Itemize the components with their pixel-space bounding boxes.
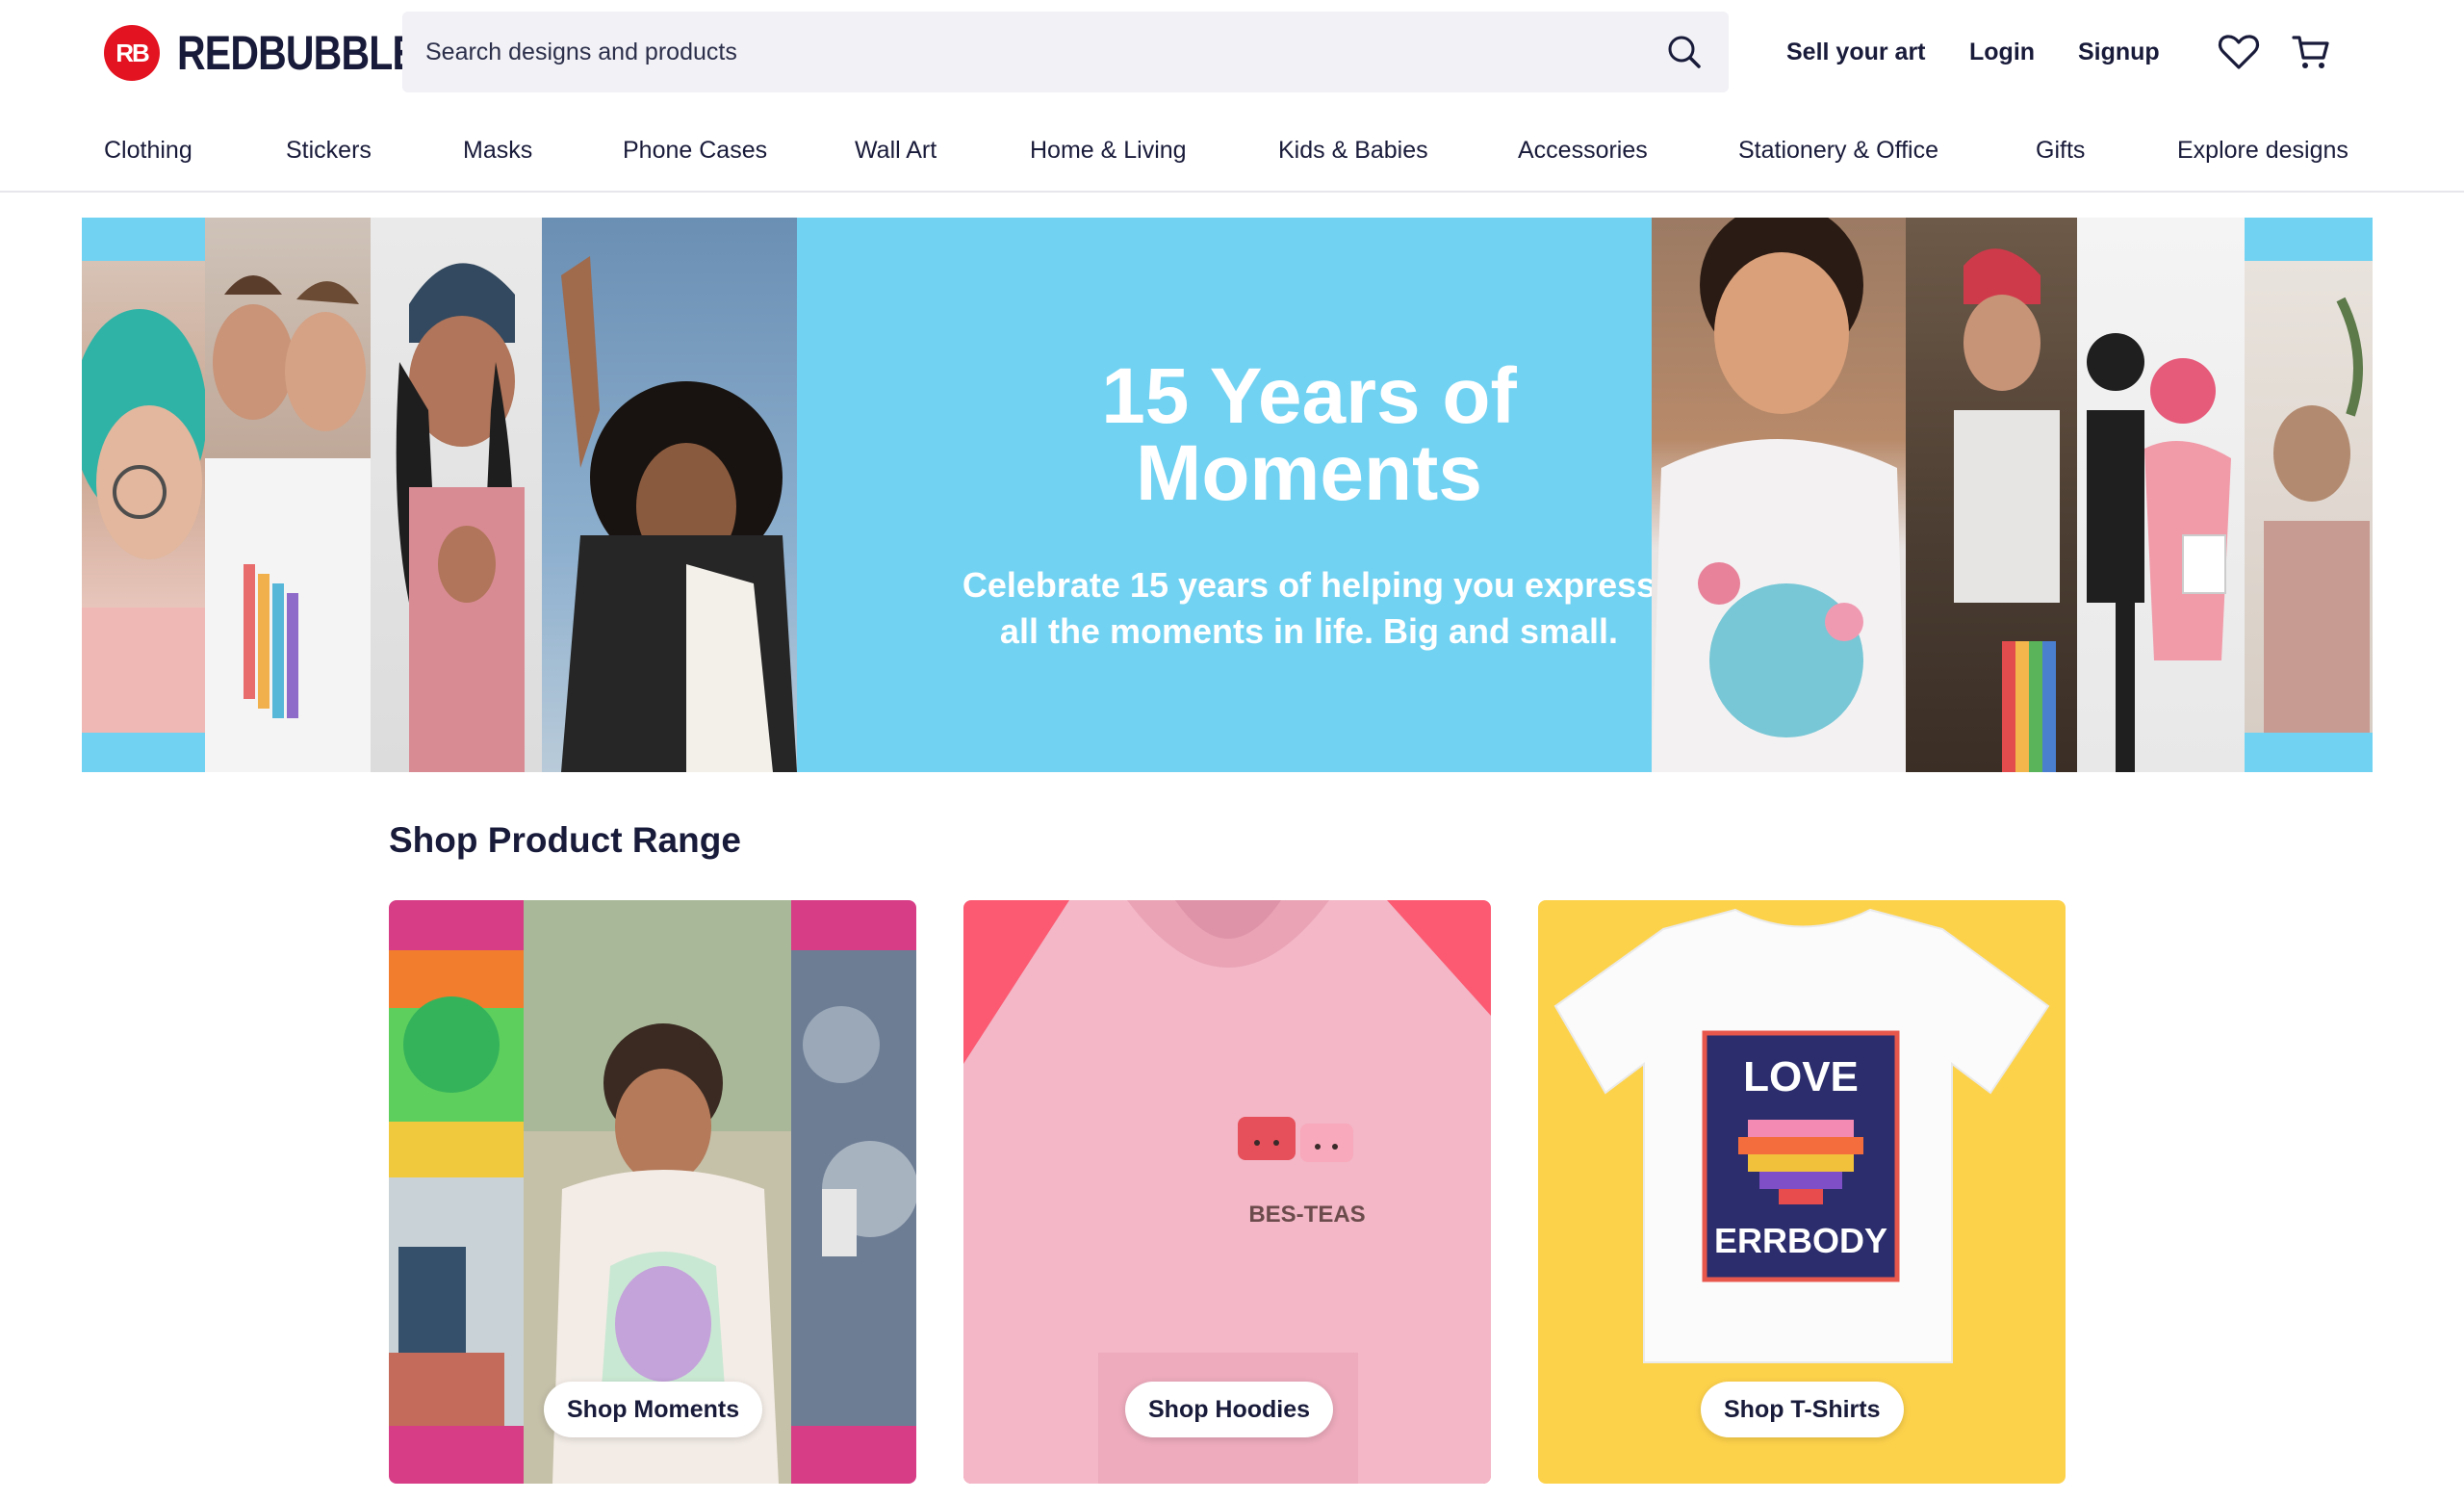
hero-banner[interactable]: 15 Years of Moments Celebrate 15 years o… [82,218,2373,772]
heart-icon[interactable] [2216,29,2262,75]
nav-wall-art[interactable]: Wall Art [855,135,937,166]
hero-photo-1 [82,261,205,733]
love-design-text: LOVE [1743,1053,1859,1100]
nav-gifts[interactable]: Gifts [2036,135,2085,166]
hero-photo-3 [371,218,542,772]
hero-photo-7 [2077,218,2245,772]
nav-stickers[interactable]: Stickers [286,135,372,166]
nav-accessories[interactable]: Accessories [1518,135,1648,166]
nav-phone-cases[interactable]: Phone Cases [623,135,767,166]
section-title: Shop Product Range [389,820,741,860]
search-icon[interactable] [1663,31,1706,73]
search-bar[interactable] [402,12,1729,92]
errbody-design-text: ERRBODY [1714,1221,1887,1260]
logo-mark-icon: RB [104,25,160,81]
nav-kids-babies[interactable]: Kids & Babies [1278,135,1428,166]
nav-masks[interactable]: Masks [463,135,532,166]
signup-link[interactable]: Signup [2078,35,2160,69]
hero-photo-6 [1906,218,2077,772]
search-input[interactable] [425,12,1619,92]
nav-explore-designs[interactable]: Explore designs [2177,135,2348,166]
nav-clothing[interactable]: Clothing [104,135,192,166]
shop-tshirts-button[interactable]: Shop T-Shirts [1701,1382,1904,1437]
hero-title: 15 Years of Moments [1101,352,1517,517]
bes-teas-design-text: BES-TEAS [1248,1202,1365,1228]
product-card-tshirts[interactable]: LOVE ERRBODY Shop T-Shirts [1538,900,2066,1484]
category-nav: Clothing Stickers Masks Phone Cases Wall… [0,104,2464,193]
shop-hoodies-button[interactable]: Shop Hoodies [1125,1382,1334,1437]
hero-subtitle: Celebrate 15 years of helping you expres… [962,565,1656,651]
product-card-hoodies[interactable]: BES-TEAS Shop Hoodies [963,900,1491,1484]
nav-home-living[interactable]: Home & Living [1030,135,1187,166]
product-card-moments[interactable]: Shop Moments [389,900,916,1484]
site-header: RB REDBUBBLE Sell your art Login Signup [0,0,2464,104]
hero-photo-2 [205,218,371,772]
login-link[interactable]: Login [1969,35,2035,69]
cart-icon[interactable] [2289,29,2335,75]
shop-moments-button[interactable]: Shop Moments [544,1382,763,1437]
nav-stationery-office[interactable]: Stationery & Office [1738,135,1938,166]
sell-your-art-link[interactable]: Sell your art [1786,35,1926,69]
hero-photo-5 [1652,218,1906,772]
hero-photo-8 [2245,261,2373,733]
logo-text: REDBUBBLE [177,26,419,80]
hero-photo-4 [542,218,797,772]
